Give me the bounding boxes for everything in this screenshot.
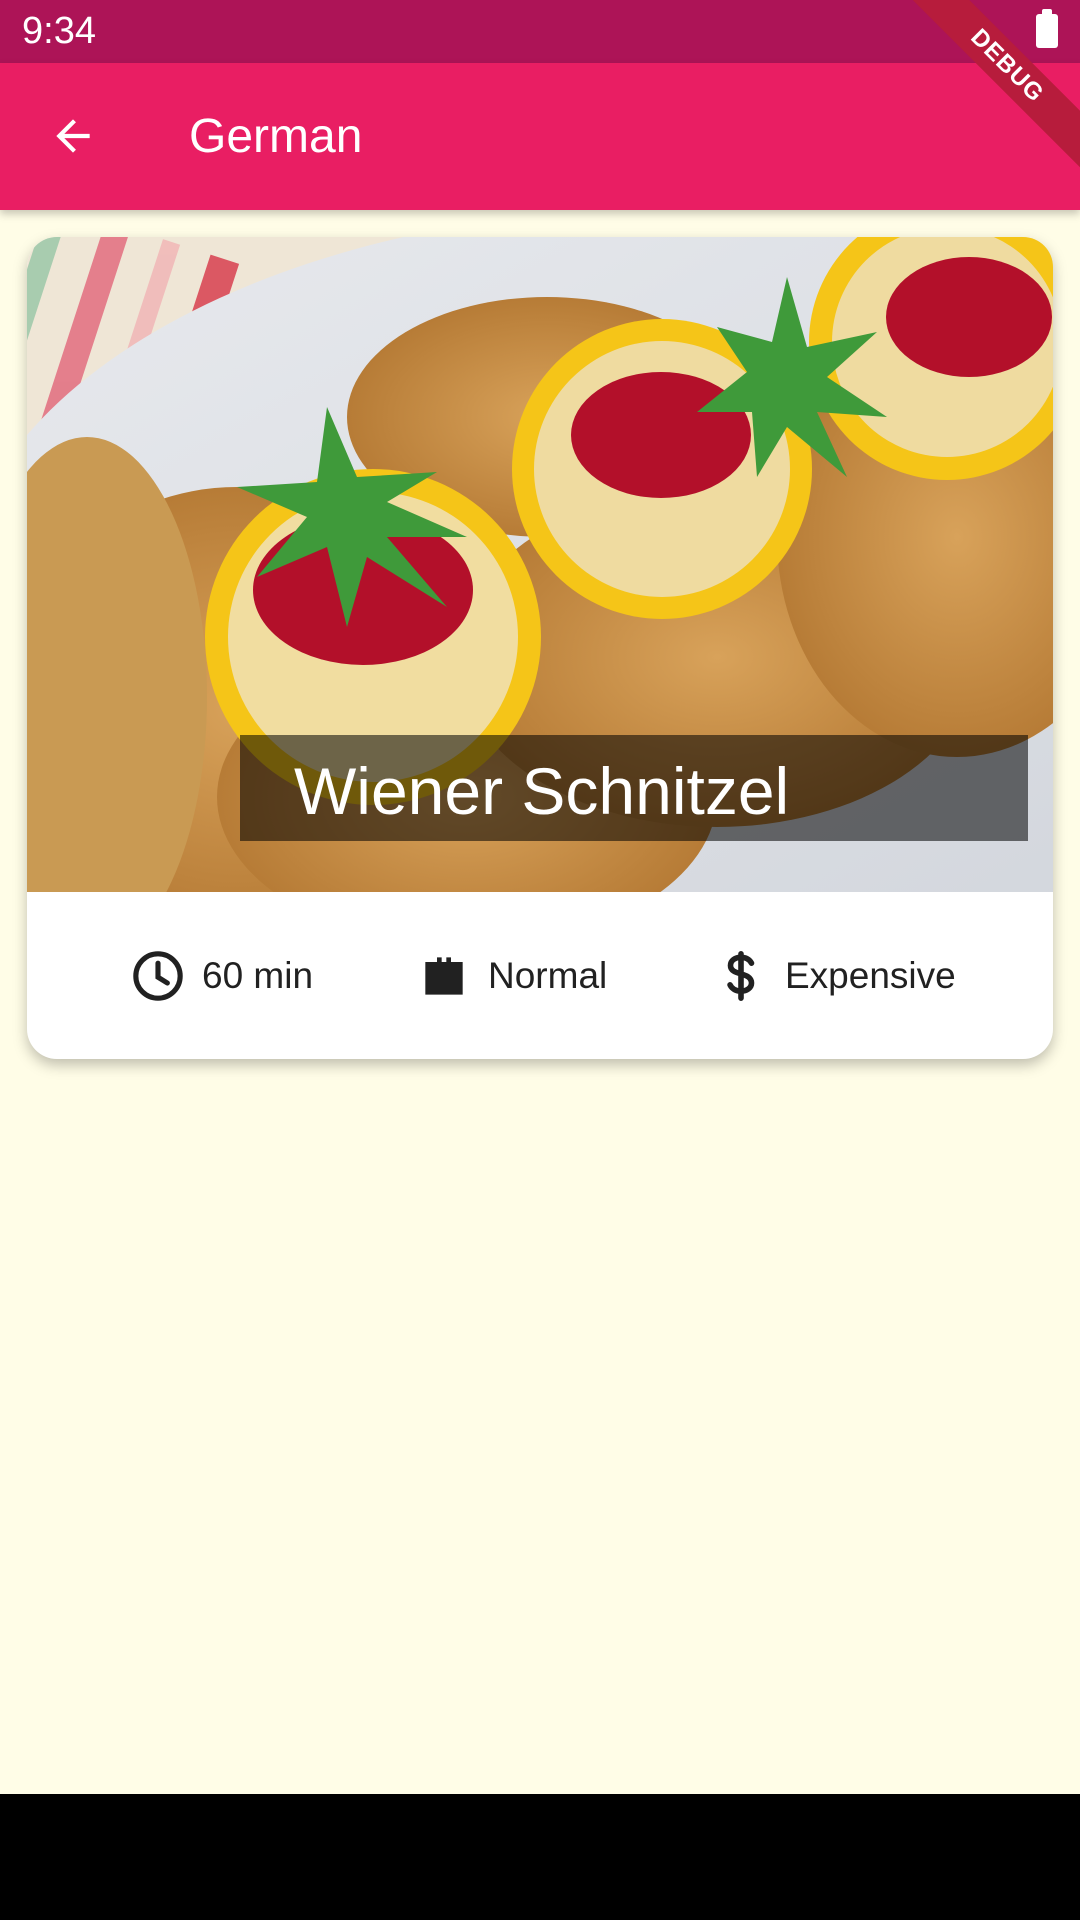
recipe-title-overlay: Wiener Schnitzel — [240, 735, 1028, 841]
duration-item: 60 min — [130, 946, 313, 1006]
clock-icon — [133, 951, 183, 1001]
affordability-item: Expensive — [713, 946, 956, 1006]
briefcase-icon — [425, 957, 463, 995]
complexity-item: Normal — [416, 946, 607, 1006]
recipe-meta-row: 60 min Normal Expensive — [27, 892, 1053, 1059]
page-title: German — [189, 110, 363, 163]
status-bar: 9:34 — [0, 0, 1080, 63]
complexity-label: Normal — [488, 955, 608, 996]
app-bar: German — [0, 63, 1080, 210]
system-nav-bar — [0, 1794, 1080, 1920]
recipe-title: Wiener Schnitzel — [294, 754, 790, 828]
back-button[interactable] — [36, 99, 110, 173]
status-time: 9:34 — [22, 10, 96, 52]
dollar-icon — [727, 951, 755, 1001]
battery-icon — [1036, 9, 1058, 48]
arrow-left-icon — [56, 119, 90, 153]
affordability-label: Expensive — [785, 955, 956, 996]
duration-label: 60 min — [202, 955, 314, 996]
recipe-card[interactable]: Wiener Schnitzel 60 min Normal Expensive — [27, 237, 1053, 1059]
